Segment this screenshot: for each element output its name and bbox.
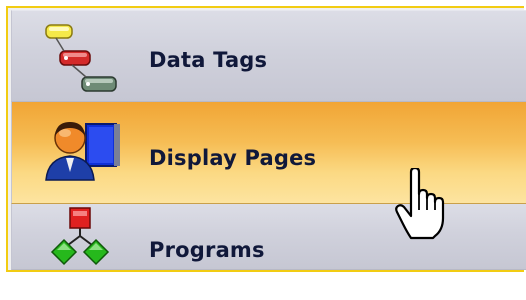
programs-icon bbox=[50, 207, 110, 266]
display-pages-icon bbox=[45, 122, 120, 181]
nav-item-label: Display Pages bbox=[149, 146, 317, 170]
hand-pointer-cursor-icon bbox=[395, 168, 445, 240]
nav-item-data-tags[interactable]: Data Tags bbox=[11, 10, 526, 102]
nav-item-display-pages[interactable]: Display Pages bbox=[11, 102, 526, 204]
nav-item-programs[interactable]: Programs bbox=[11, 204, 526, 270]
data-tags-icon bbox=[45, 24, 117, 92]
nav-item-label: Programs bbox=[149, 238, 265, 262]
nav-item-label: Data Tags bbox=[149, 48, 268, 72]
